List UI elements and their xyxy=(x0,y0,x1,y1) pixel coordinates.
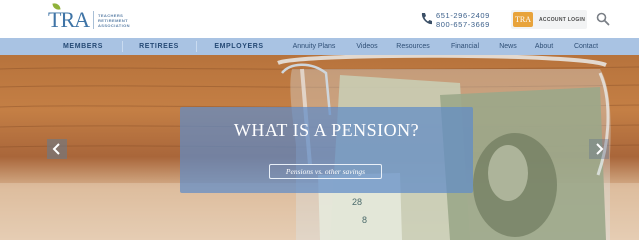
chevron-right-icon xyxy=(596,143,604,155)
tra-badge-icon: TRA xyxy=(513,12,533,27)
hero-caption-panel: WHAT IS A PENSION? Pensions vs. other sa… xyxy=(180,107,473,193)
phone-numbers: 651-296-2409 800-657-3669 xyxy=(436,11,490,29)
account-login-label: ACCOUNT LOGIN xyxy=(539,16,586,23)
nav-retirees[interactable]: RETIREES xyxy=(122,38,196,55)
phone-icon xyxy=(421,13,432,25)
chevron-left-icon xyxy=(52,143,60,155)
slider-next-button[interactable] xyxy=(589,139,609,159)
nav-about[interactable]: About xyxy=(528,38,560,55)
nav-employers[interactable]: EMPLOYERS xyxy=(196,38,282,55)
nav-news[interactable]: News xyxy=(493,38,523,55)
nav-resources[interactable]: Resources xyxy=(390,38,436,55)
nav-videos[interactable]: Videos xyxy=(348,38,386,55)
nav-members[interactable]: MEMBERS xyxy=(44,38,122,55)
main-nav: MEMBERS RETIREES EMPLOYERS Annuity Plans… xyxy=(0,38,639,55)
nav-contact[interactable]: Contact xyxy=(566,38,606,55)
nav-annuity-plans[interactable]: Annuity Plans xyxy=(286,38,342,55)
nav-financial[interactable]: Financial xyxy=(444,38,486,55)
slider-prev-button[interactable] xyxy=(47,139,67,159)
logo-text: TEACHERS RETIREMENT ASSOCIATION xyxy=(98,12,130,28)
logo-divider xyxy=(93,11,94,29)
pensions-vs-savings-button[interactable]: Pensions vs. other savings xyxy=(269,164,382,179)
phone-1[interactable]: 651-296-2409 xyxy=(436,11,490,20)
bill-number: 8 xyxy=(362,215,367,225)
tra-logo[interactable]: TRA TEACHERS RETIREMENT ASSOCIATION xyxy=(48,2,130,33)
phone-2[interactable]: 800-657-3669 xyxy=(436,20,490,29)
hero-title: WHAT IS A PENSION? xyxy=(233,120,420,140)
search-icon[interactable] xyxy=(596,12,610,26)
logo-mark: TRA xyxy=(48,2,90,31)
hero-slider: 28 8 WHAT IS A PENSION? Pensions vs. oth… xyxy=(0,55,639,240)
site-header: TRA TEACHERS RETIREMENT ASSOCIATION 651-… xyxy=(0,0,639,38)
account-login-button[interactable]: TRA ACCOUNT LOGIN xyxy=(511,10,587,29)
bill-number: 28 xyxy=(352,197,362,207)
